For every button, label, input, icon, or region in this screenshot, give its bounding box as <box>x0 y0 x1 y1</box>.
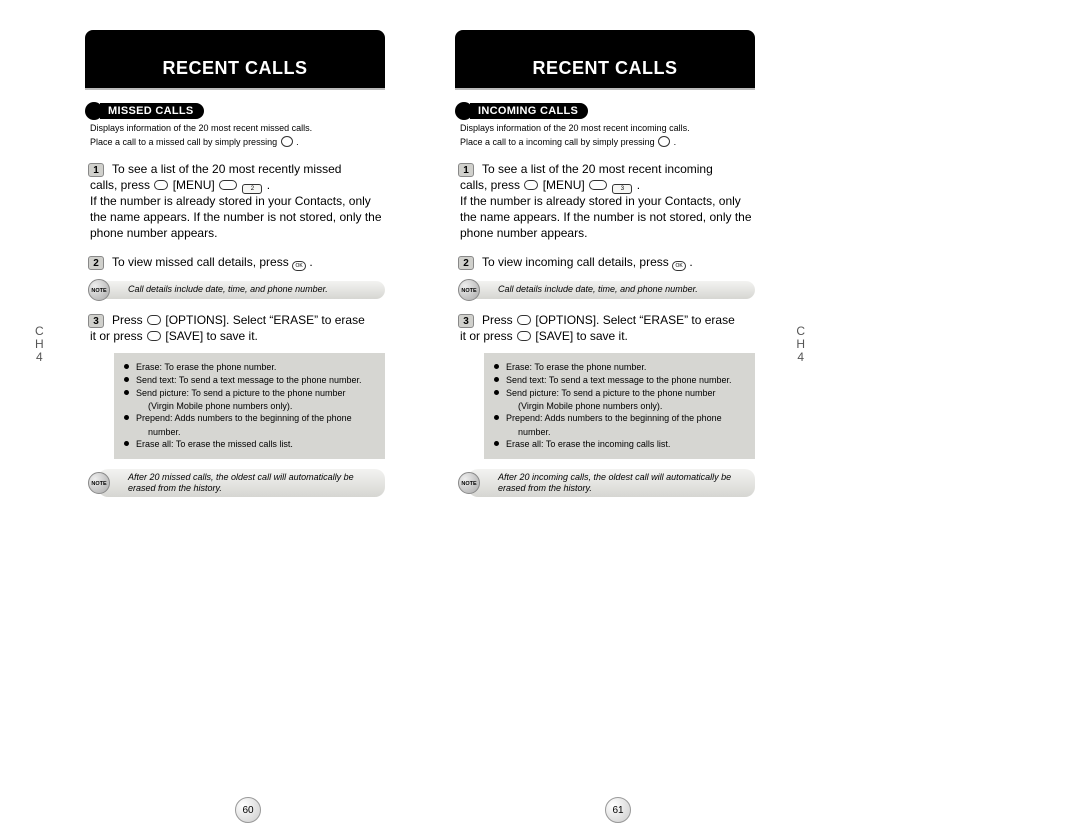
note-icon: NOTE <box>88 472 110 494</box>
note1-text: Call details include date, time, and pho… <box>498 284 698 294</box>
note-icon: NOTE <box>458 279 480 301</box>
page-header: RECENT CALLS <box>455 30 755 88</box>
option-erase: Erase: To erase the phone number. <box>124 361 375 373</box>
softkey-icon <box>154 180 168 190</box>
step1-line-b: calls, press <box>460 178 520 192</box>
left-page: C H 4 RECENT CALLS MISSED CALLS Displays… <box>50 30 420 497</box>
step1-cont: If the number is already stored in your … <box>90 194 385 241</box>
section-bullet-icon <box>455 102 473 120</box>
options-box: Erase: To erase the phone number. Send t… <box>114 353 385 459</box>
header-rule <box>455 88 755 90</box>
note2-text: After 20 missed calls, the oldest call w… <box>128 472 354 493</box>
num-key-2-icon: 2 <box>242 184 262 194</box>
step1-line-b: calls, press <box>90 178 150 192</box>
note-2: NOTE After 20 missed calls, the oldest c… <box>98 469 385 498</box>
step-2: 2 To view incoming call details, press O… <box>460 255 755 271</box>
option-erase: Erase: To erase the phone number. <box>494 361 745 373</box>
step-number-3: 3 <box>458 314 474 328</box>
section-title: INCOMING CALLS <box>470 103 588 119</box>
intro-line2: Place a call to a missed call by simply … <box>90 137 277 147</box>
chapter-marker-right: C H 4 <box>796 325 805 365</box>
step2-text: To view missed call details, press <box>112 255 289 269</box>
step1-menu: [MENU] <box>173 178 215 192</box>
section-header-row: INCOMING CALLS <box>455 102 790 120</box>
note-2: NOTE After 20 incoming calls, the oldest… <box>468 469 755 498</box>
option-sendpic: Send picture: To send a picture to the p… <box>124 387 375 399</box>
intro-text: Displays information of the 20 most rece… <box>460 122 755 148</box>
step3-a: Press <box>112 313 143 327</box>
section-title: MISSED CALLS <box>100 103 204 119</box>
note-icon: NOTE <box>88 279 110 301</box>
step1-line-a: To see a list of the 20 most recent inco… <box>482 162 713 176</box>
step3-b: it or press <box>460 329 513 343</box>
page-header: RECENT CALLS <box>85 30 385 88</box>
page-number-right: 61 <box>605 797 631 823</box>
intro-line1: Displays information of the 20 most rece… <box>460 123 690 133</box>
step-number-2: 2 <box>88 256 104 270</box>
nav-key-icon <box>219 180 237 190</box>
step3-save: [SAVE] to save it. <box>165 329 257 343</box>
chapter-marker-left: C H 4 <box>35 325 44 365</box>
send-key-icon <box>658 136 670 147</box>
note-1: NOTE Call details include date, time, an… <box>98 281 385 299</box>
softkey-icon <box>147 315 161 325</box>
step-number-2: 2 <box>458 256 474 270</box>
section-header-row: MISSED CALLS <box>85 102 420 120</box>
step3-a: Press <box>482 313 513 327</box>
option-prepend-sub: number. <box>494 426 745 438</box>
softkey-icon <box>147 331 161 341</box>
step-number-1: 1 <box>458 163 474 177</box>
right-page: C H 4 RECENT CALLS INCOMING CALLS Displa… <box>420 30 790 497</box>
option-sendtext: Send text: To send a text message to the… <box>124 374 375 386</box>
step3-opts: [OPTIONS]. Select “ERASE” to erase <box>165 313 364 327</box>
step2-text: To view incoming call details, press <box>482 255 669 269</box>
option-eraseall: Erase all: To erase the incoming calls l… <box>494 438 745 450</box>
step3-b: it or press <box>90 329 143 343</box>
option-prepend-sub: number. <box>124 426 375 438</box>
note-1: NOTE Call details include date, time, an… <box>468 281 755 299</box>
step-number-3: 3 <box>88 314 104 328</box>
step-number-1: 1 <box>88 163 104 177</box>
option-sendtext: Send text: To send a text message to the… <box>494 374 745 386</box>
send-key-icon <box>281 136 293 147</box>
option-eraseall: Erase all: To erase the missed calls lis… <box>124 438 375 450</box>
step1-menu: [MENU] <box>543 178 585 192</box>
options-box: Erase: To erase the phone number. Send t… <box>484 353 755 459</box>
option-sendpic: Send picture: To send a picture to the p… <box>494 387 745 399</box>
step-1: 1 To see a list of the 20 most recent in… <box>460 162 755 241</box>
num-key-3-icon: 3 <box>612 184 632 194</box>
step-1: 1 To see a list of the 20 most recently … <box>90 162 385 241</box>
section-bullet-icon <box>85 102 103 120</box>
step-3: 3 Press [OPTIONS]. Select “ERASE” to era… <box>90 313 385 345</box>
option-sendpic-sub: (Virgin Mobile phone numbers only). <box>494 400 745 412</box>
page-spread: C H 4 RECENT CALLS MISSED CALLS Displays… <box>50 30 790 497</box>
header-rule <box>85 88 385 90</box>
note1-text: Call details include date, time, and pho… <box>128 284 328 294</box>
step-3: 3 Press [OPTIONS]. Select “ERASE” to era… <box>460 313 755 345</box>
step-2: 2 To view missed call details, press OK … <box>90 255 385 271</box>
step3-opts: [OPTIONS]. Select “ERASE” to erase <box>535 313 734 327</box>
option-prepend: Prepend: Adds numbers to the beginning o… <box>124 412 375 424</box>
step1-cont: If the number is already stored in your … <box>460 194 755 241</box>
nav-key-icon <box>589 180 607 190</box>
intro-line1: Displays information of the 20 most rece… <box>90 123 312 133</box>
intro-line2: Place a call to a incoming call by simpl… <box>460 137 655 147</box>
ok-key-icon: OK <box>292 261 306 271</box>
intro-text: Displays information of the 20 most rece… <box>90 122 385 148</box>
ok-key-icon: OK <box>672 261 686 271</box>
page-number-left: 60 <box>235 797 261 823</box>
option-prepend: Prepend: Adds numbers to the beginning o… <box>494 412 745 424</box>
softkey-icon <box>524 180 538 190</box>
note-icon: NOTE <box>458 472 480 494</box>
softkey-icon <box>517 331 531 341</box>
note2-text: After 20 incoming calls, the oldest call… <box>498 472 731 493</box>
ch-n: 4 <box>35 351 44 364</box>
step3-save: [SAVE] to save it. <box>535 329 627 343</box>
softkey-icon <box>517 315 531 325</box>
option-sendpic-sub: (Virgin Mobile phone numbers only). <box>124 400 375 412</box>
ch-n: 4 <box>796 351 805 364</box>
step1-line-a: To see a list of the 20 most recently mi… <box>112 162 341 176</box>
